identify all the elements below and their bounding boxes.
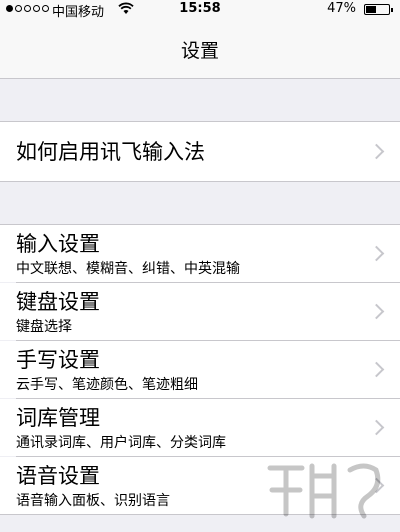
- chevron-right-icon: [368, 361, 385, 378]
- cell-subtitle: 云手写、笔迹颜色、笔迹粗细: [16, 377, 198, 393]
- keyboard-settings-cell[interactable]: 键盘设置 键盘选择: [0, 283, 400, 340]
- cell-subtitle: 键盘选择: [16, 319, 72, 335]
- battery-cap: [391, 8, 393, 12]
- chevron-right-icon: [368, 143, 385, 160]
- cell-title: 手写设置: [16, 348, 100, 372]
- chevron-right-icon: [368, 419, 385, 436]
- cell-subtitle: 中文联想、模糊音、纠错、中英混输: [16, 261, 240, 277]
- status-bar: 中国移动 15:58 47%: [0, 0, 400, 20]
- watermark-logo-icon: [267, 463, 381, 519]
- input-settings-cell[interactable]: 输入设置 中文联想、模糊音、纠错、中英混输: [0, 225, 400, 282]
- navigation-bar: 中国移动 15:58 47% 设置: [0, 0, 400, 79]
- cell-title: 键盘设置: [16, 290, 100, 314]
- cell-title: 词库管理: [16, 406, 100, 430]
- dictionary-management-cell[interactable]: 词库管理 通讯录词库、用户词库、分类词库: [0, 399, 400, 456]
- chevron-right-icon: [368, 303, 385, 320]
- cell-subtitle: 语音输入面板、识别语言: [16, 493, 170, 509]
- separator: [0, 181, 400, 182]
- battery-percentage: 47%: [327, 1, 356, 16]
- chevron-right-icon: [368, 245, 385, 262]
- setup-guide-cell[interactable]: 如何启用讯飞输入法: [0, 122, 400, 181]
- handwriting-settings-cell[interactable]: 手写设置 云手写、笔迹颜色、笔迹粗细: [0, 341, 400, 398]
- cell-title: 输入设置: [16, 232, 100, 256]
- cell-title: 语音设置: [16, 464, 100, 488]
- page-title: 设置: [180, 40, 219, 62]
- cell-subtitle: 通讯录词库、用户词库、分类词库: [16, 435, 226, 451]
- battery-fill: [366, 6, 376, 13]
- battery-icon: [364, 4, 393, 15]
- cell-title: 如何启用讯飞输入法: [16, 140, 205, 164]
